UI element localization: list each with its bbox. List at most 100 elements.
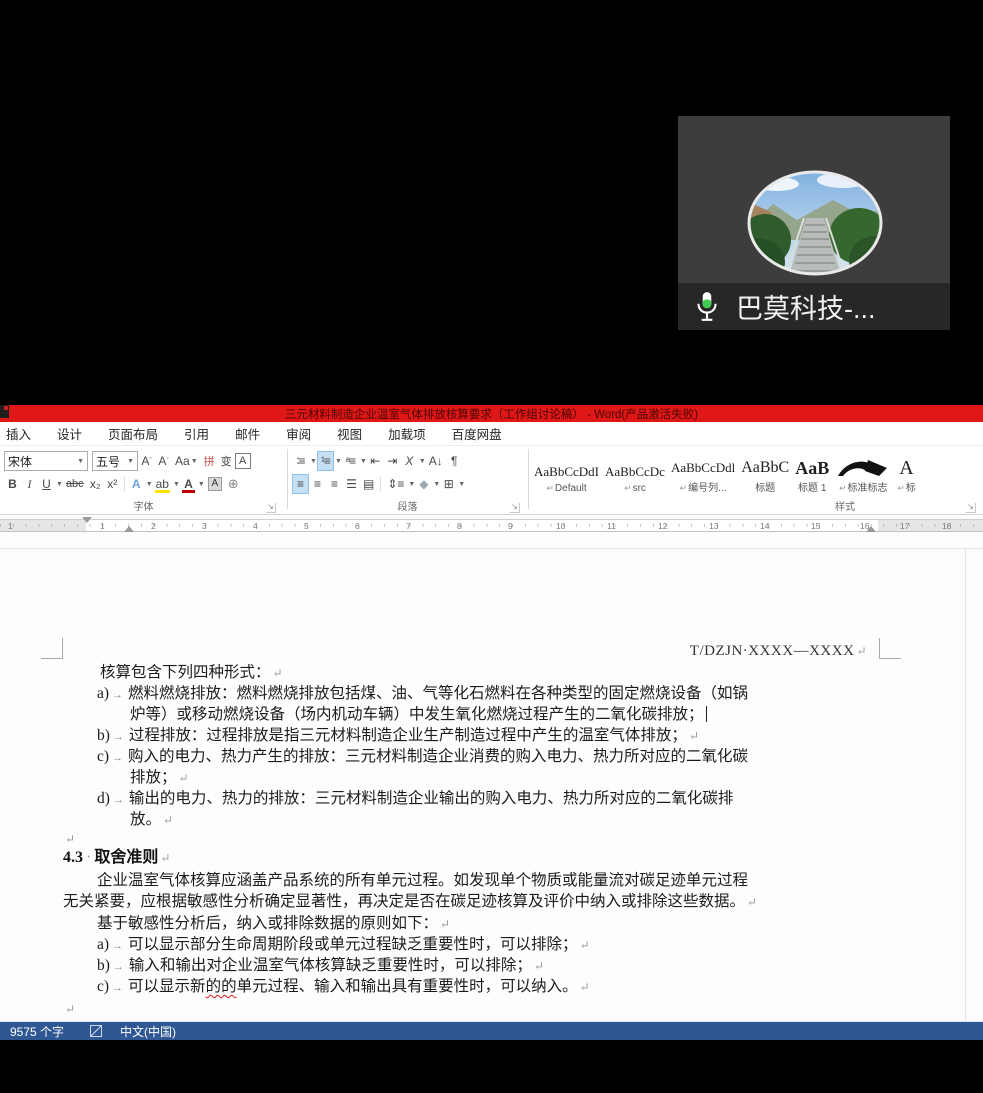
text-effects-icon[interactable]: A: [128, 474, 145, 494]
subscript-button[interactable]: x₂: [87, 474, 104, 494]
shading-icon[interactable]: ◆: [415, 474, 432, 494]
align-left-icon[interactable]: ≡: [292, 474, 309, 494]
word-window: 三元材料制造企业温室气体排放核算要求（工作组讨论稿） - Word(产品激活失败…: [0, 405, 983, 1040]
chevron-down-icon[interactable]: ▼: [360, 458, 367, 465]
show-formatting-marks-icon[interactable]: ¶: [446, 451, 463, 471]
chevron-down-icon[interactable]: ▼: [56, 481, 63, 488]
chevron-down-icon[interactable]: ▼: [146, 481, 153, 488]
borders-icon[interactable]: ⊞: [440, 474, 457, 494]
doc-line[interactable]: 无关紧要，应根据敏感性分析确定显著性，再决定是否在碳足迹核算及评价中纳入或排除这…: [63, 892, 757, 912]
chevron-down-icon: ▼: [127, 457, 134, 465]
tab-mailings[interactable]: 邮件: [222, 424, 273, 443]
font-name-combo[interactable]: 宋体 ▼: [4, 451, 88, 471]
grow-font-button[interactable]: Aˆ: [138, 451, 155, 471]
hanging-indent-marker[interactable]: [124, 526, 134, 532]
text-boundary-mark: [62, 638, 63, 659]
numbered-list-icon[interactable]: ¹≡: [316, 451, 334, 471]
style-item-heading1[interactable]: AaB 标题 1: [795, 450, 829, 494]
tab-page-layout[interactable]: 页面布局: [95, 424, 171, 443]
strikethrough-button[interactable]: abc: [63, 474, 87, 494]
style-item-default[interactable]: AaBbCcDdI ↵Default: [534, 450, 599, 494]
justify-icon[interactable]: ☰: [343, 474, 360, 494]
tab-review[interactable]: 审阅: [273, 424, 324, 443]
style-item-clipped[interactable]: A ↵标: [897, 450, 916, 494]
multilevel-list-icon[interactable]: ᵃ≡: [342, 451, 359, 471]
character-scaling-icon[interactable]: 变: [218, 451, 235, 471]
style-item-src[interactable]: AaBbCcDc ↵src: [605, 450, 665, 494]
tab-baidu-netdisk[interactable]: 百度网盘: [439, 424, 515, 443]
tab-references[interactable]: 引用: [171, 424, 222, 443]
phonetic-guide-icon[interactable]: 拼: [201, 451, 218, 471]
chevron-down-icon[interactable]: ▼: [198, 481, 205, 488]
doc-empty-line[interactable]: ↵: [63, 999, 75, 1019]
chevron-down-icon[interactable]: ▼: [335, 458, 342, 465]
paragraph-dialog-launcher[interactable]: ↘: [510, 503, 520, 513]
distribute-icon[interactable]: ▤: [360, 474, 377, 494]
doc-line[interactable]: c) → 可以显示新的的单元过程、输入和输出具有重要性时，可以纳入。 ↵: [97, 977, 590, 998]
doc-line[interactable]: 基于敏感性分析后，纳入或排除数据的原则如下： ↵: [97, 914, 450, 934]
styles-dialog-launcher[interactable]: ↘: [966, 503, 976, 513]
change-case-button[interactable]: Aa ▼: [172, 451, 201, 471]
participant-tile[interactable]: 巴莫科技-...: [678, 116, 950, 330]
italic-button[interactable]: I: [21, 474, 38, 494]
first-line-indent-marker[interactable]: [82, 517, 92, 523]
font-size-combo[interactable]: 五号 ▼: [92, 451, 138, 471]
tab-design[interactable]: 设计: [44, 424, 95, 443]
doc-line[interactable]: a) → 燃料燃烧排放：燃料燃烧排放包括煤、油、气等化石燃料在各种类型的固定燃烧设备…: [97, 684, 748, 705]
doc-line[interactable]: b) → 输入和输出对企业温室气体核算缺乏重要性时，可以排除； ↵: [97, 956, 544, 977]
doc-line[interactable]: d) → 输出的电力、热力的排放：三元材料制造企业输出的购入电力、热力所对应的二氧化…: [97, 789, 733, 810]
section-heading[interactable]: 4.3 · 取舍准则 ↵: [63, 848, 170, 868]
word-count[interactable]: 9575 个字: [10, 1023, 64, 1040]
tab-view[interactable]: 视图: [324, 424, 375, 443]
align-right-icon[interactable]: ≡: [326, 474, 343, 494]
decrease-indent-icon[interactable]: ⇤: [367, 451, 384, 471]
chevron-down-icon[interactable]: ▼: [433, 481, 440, 488]
styles-group-label: 样式: [835, 502, 855, 513]
underline-button[interactable]: U: [38, 474, 55, 494]
font-dialog-launcher[interactable]: ↘: [266, 503, 276, 513]
right-indent-marker[interactable]: [866, 526, 876, 532]
proofing-status-icon[interactable]: [90, 1025, 103, 1037]
chevron-down-icon[interactable]: ▼: [173, 481, 180, 488]
highlight-color-icon[interactable]: ab: [153, 474, 172, 494]
bold-button[interactable]: B: [4, 474, 21, 494]
doc-line[interactable]: b) → 过程排放：过程排放是指三元材料制造企业生产制造过程中产生的温室气体排放； ↵: [97, 726, 699, 747]
bullet-list-icon[interactable]: ∶≡: [292, 451, 309, 471]
ribbon: 宋体 ▼ 五号 ▼ Aˆ Aˇ Aa ▼ 拼 变 A B I U ▼ abc x…: [0, 445, 983, 515]
sort-icon[interactable]: A↓: [426, 451, 446, 471]
enclose-characters-icon[interactable]: ⊕: [225, 474, 242, 494]
chevron-down-icon[interactable]: ▼: [310, 458, 317, 465]
doc-empty-line[interactable]: ↵: [63, 829, 75, 849]
doc-line[interactable]: 排放； ↵: [130, 768, 189, 788]
language-indicator[interactable]: 中文(中国): [120, 1023, 176, 1040]
align-center-icon[interactable]: ≡: [309, 474, 326, 494]
styles-group: AaBbCcDdI ↵Default AaBbCcDc ↵src AaBbCcD…: [530, 446, 983, 514]
doc-line[interactable]: 炉等）或移动燃烧设备（场内机动车辆）中发生氧化燃烧过程产生的二氧化碳排放；: [130, 705, 707, 725]
chevron-down-icon[interactable]: ▼: [408, 481, 415, 488]
style-item-title[interactable]: AaBbC 标题: [741, 450, 789, 494]
chevron-down-icon[interactable]: ▼: [458, 481, 465, 488]
chevron-down-icon: ▼: [77, 457, 84, 465]
font-color-icon[interactable]: A: [180, 474, 197, 494]
chevron-down-icon[interactable]: ▼: [419, 458, 426, 465]
doc-line[interactable]: c) → 购入的电力、热力产生的排放：三元材料制造企业消费的购入电力、热力所对应的二…: [97, 747, 748, 768]
character-border-icon[interactable]: A: [234, 453, 251, 469]
style-item-standard-logo[interactable]: ↵标准标志: [835, 450, 891, 494]
document-canvas[interactable]: T/DZJN·XXXX—XXXX ↵ 核算包含下列四种形式： ↵ a) → 燃料燃烧排放…: [0, 533, 983, 1021]
tab-insert[interactable]: 插入: [6, 424, 44, 443]
shrink-font-button[interactable]: Aˇ: [155, 451, 172, 471]
window-title-bar[interactable]: 三元材料制造企业温室气体排放核算要求（工作组讨论稿） - Word(产品激活失败…: [0, 405, 983, 422]
doc-line[interactable]: 核算包含下列四种形式： ↵: [100, 663, 283, 683]
increase-indent-icon[interactable]: ⇥: [384, 451, 401, 471]
asian-layout-icon[interactable]: X: [401, 451, 418, 471]
tab-add-ins[interactable]: 加载项: [375, 424, 439, 443]
character-shading-icon[interactable]: A: [205, 474, 225, 494]
superscript-button[interactable]: x²: [104, 474, 121, 494]
page-header-doc-number[interactable]: T/DZJN·XXXX—XXXX ↵: [690, 641, 867, 661]
doc-line[interactable]: 企业温室气体核算应涵盖产品系统的所有单元过程。如发现单个物质或能量流对碳足迹单元…: [97, 871, 748, 891]
line-spacing-icon[interactable]: ⇕≡: [384, 474, 407, 494]
doc-line[interactable]: a) → 可以显示部分生命周期阶段或单元过程缺乏重要性时，可以排除； ↵: [97, 935, 590, 956]
style-item-numbered-list[interactable]: AaBbCcDdl ↵编号列...: [671, 450, 735, 494]
horizontal-ruler[interactable]: 1 1 2 3 4 5 6 7 8 9 10 11 12 13 14 15 16…: [0, 517, 983, 538]
doc-line[interactable]: 放。 ↵: [130, 810, 173, 830]
